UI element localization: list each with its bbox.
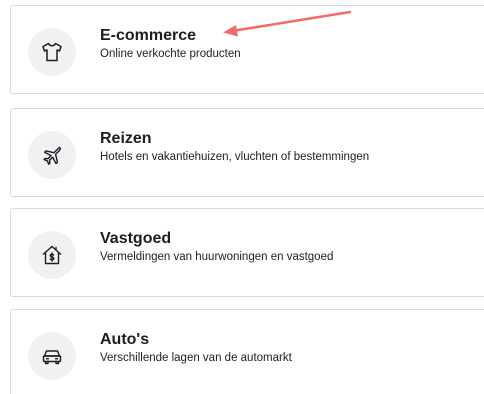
house-dollar-icon <box>28 231 76 279</box>
category-description: Online verkochte producten <box>100 48 241 60</box>
category-title: Vastgoed <box>100 230 172 247</box>
category-title: Auto's <box>100 331 150 348</box>
category-description: Hotels en vakantiehuizen, vluchten of be… <box>100 151 370 163</box>
category-title: Reizen <box>100 130 152 147</box>
category-description: Verschillende lagen van de automarkt <box>100 352 292 364</box>
airplane-icon <box>28 131 76 179</box>
category-title: E-commerce <box>100 27 197 44</box>
car-icon <box>28 332 76 380</box>
category-description: Vermeldingen van huurwoningen en vastgoe… <box>100 251 334 263</box>
category-card-ecommerce[interactable]: E-commerce Online verkochte producten <box>10 5 484 94</box>
category-card-autos[interactable]: Auto's Verschillende lagen van de automa… <box>10 309 484 394</box>
category-card-reizen[interactable]: Reizen Hotels en vakantiehuizen, vluchte… <box>10 108 484 197</box>
category-card-vastgoed[interactable]: Vastgoed Vermeldingen van huurwoningen e… <box>10 208 484 297</box>
category-list: E-commerce Online verkochte producten Re… <box>0 0 484 394</box>
tshirt-icon <box>28 28 76 76</box>
